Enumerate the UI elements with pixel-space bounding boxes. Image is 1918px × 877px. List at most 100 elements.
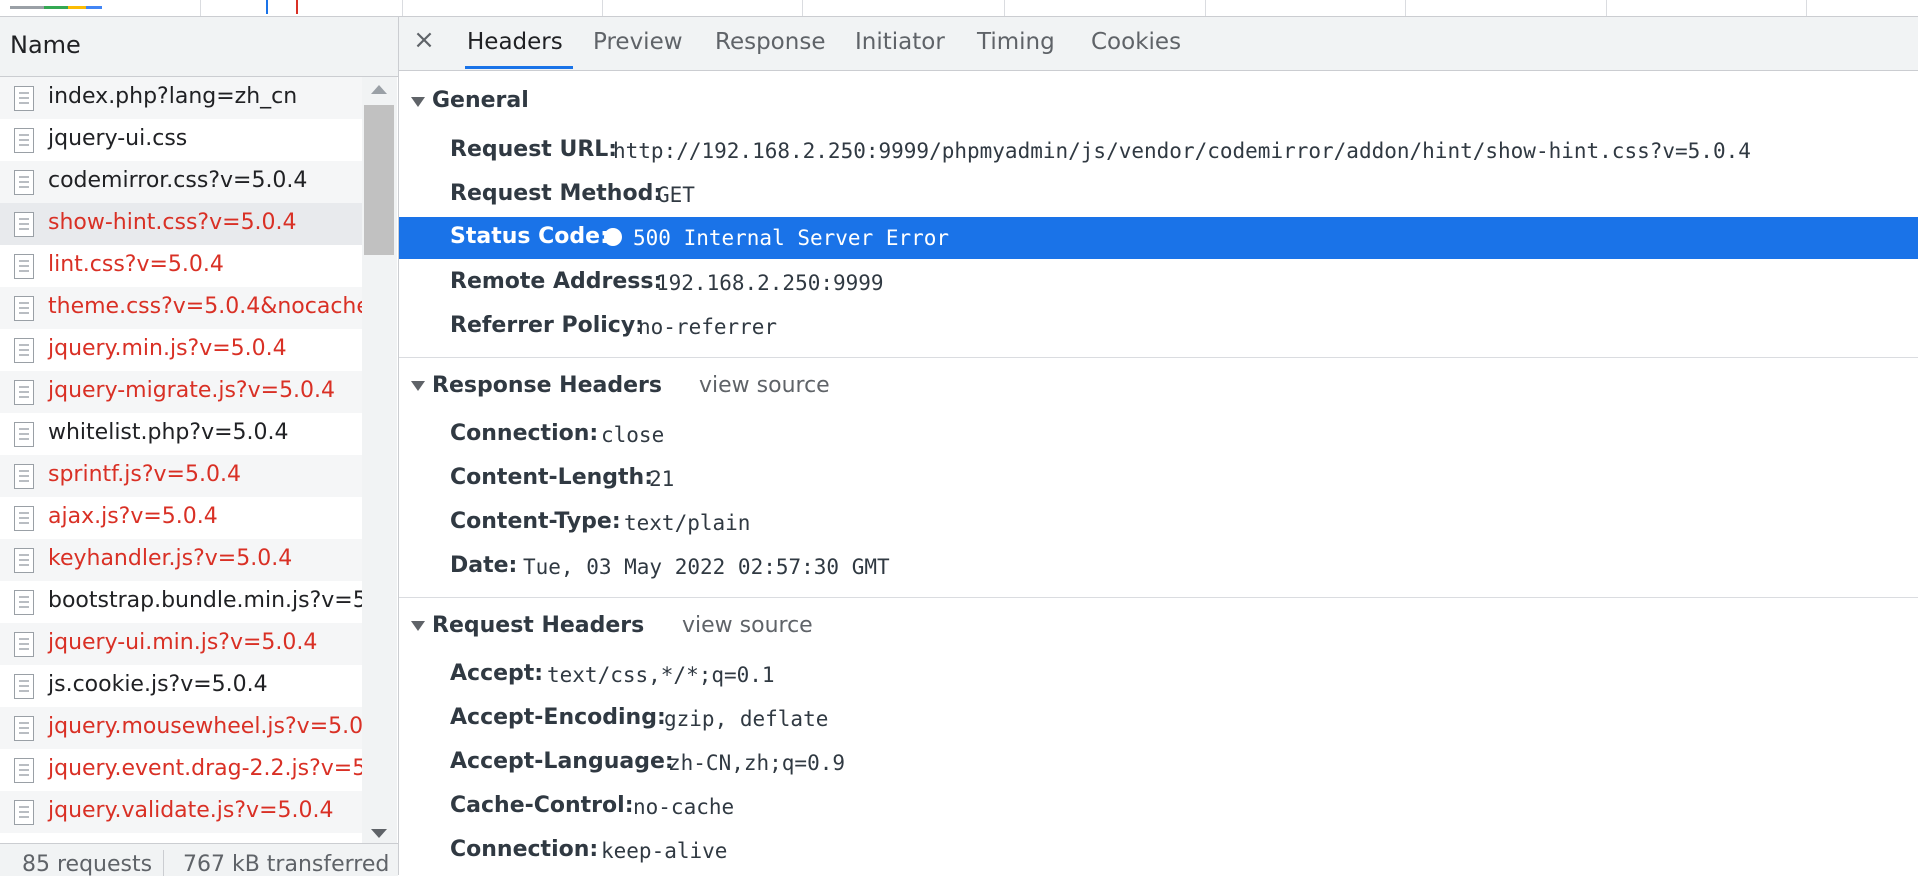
request-row[interactable]: jquery.min.js?v=5.0.4	[0, 329, 362, 371]
header-key: Content-Length:	[450, 465, 653, 490]
accept-encoding-row: Accept-Encoding: gzip, deflate	[399, 698, 1918, 740]
request-row[interactable]: index.php?lang=zh_cn	[0, 77, 362, 119]
collapse-triangle-icon[interactable]	[411, 381, 425, 391]
collapse-triangle-icon[interactable]	[411, 621, 425, 631]
file-icon	[14, 128, 34, 153]
file-icon	[14, 170, 34, 195]
request-row[interactable]: bootstrap.bundle.min.js?v=5.0	[0, 581, 362, 623]
request-details-panel: × Headers Preview Response Initiator Tim…	[399, 17, 1918, 875]
section-divider	[399, 357, 1918, 358]
overview-gridline	[200, 0, 201, 16]
general-section-title[interactable]: General	[432, 88, 529, 113]
request-name: jquery-migrate.js?v=5.0.4	[48, 378, 336, 403]
file-icon	[14, 296, 34, 321]
request-name: bootstrap.bundle.min.js?v=5.0	[48, 588, 362, 613]
request-name: whitelist.php?v=5.0.4	[48, 420, 289, 445]
header-key: Accept-Language:	[450, 749, 674, 774]
request-row-selected[interactable]: show-hint.css?v=5.0.4	[0, 203, 362, 245]
header-value: close	[601, 423, 665, 447]
name-column-header[interactable]: Name	[0, 17, 398, 77]
content-length-row: Content-Length: 21	[399, 458, 1918, 500]
tab-initiator[interactable]: Initiator	[855, 29, 945, 55]
file-icon	[14, 506, 34, 531]
header-value: 21	[649, 467, 675, 491]
request-name: lint.css?v=5.0.4	[48, 252, 224, 277]
dom-content-loaded-marker	[266, 0, 268, 14]
remote-address-row: Remote Address: 192.168.2.250:9999	[399, 262, 1918, 304]
tab-cookies[interactable]: Cookies	[1091, 29, 1181, 55]
request-row[interactable]: jquery-ui.min.js?v=5.0.4	[0, 623, 362, 665]
request-view-source-link[interactable]: view source	[682, 613, 813, 638]
header-key: Date:	[450, 553, 518, 578]
request-row[interactable]: jquery-ui.css	[0, 119, 362, 161]
collapse-triangle-icon[interactable]	[411, 97, 425, 107]
date-row: Date: Tue, 03 May 2022 02:57:30 GMT	[399, 546, 1918, 588]
request-row[interactable]: jquery.event.drag-2.2.js?v=5.0	[0, 749, 362, 791]
request-row[interactable]: lint.css?v=5.0.4	[0, 245, 362, 287]
header-key: Request Method:	[450, 181, 663, 206]
header-value: text/plain	[624, 511, 751, 535]
request-name: sprintf.js?v=5.0.4	[48, 462, 241, 487]
overview-gridline	[1205, 0, 1206, 16]
request-row[interactable]: jquery.mousewheel.js?v=5.0.4	[0, 707, 362, 749]
header-key: Referrer Policy:	[450, 313, 644, 338]
response-headers-section-title[interactable]: Response Headers	[432, 373, 662, 398]
request-method-row: Request Method: GET	[399, 174, 1918, 216]
request-headers-section-title[interactable]: Request Headers	[432, 613, 644, 638]
file-icon	[14, 338, 34, 363]
file-icon	[14, 86, 34, 111]
request-name: index.php?lang=zh_cn	[48, 84, 298, 109]
load-marker	[296, 0, 298, 14]
request-count: 85 requests	[22, 852, 153, 877]
cache-control-row: Cache-Control: no-cache	[399, 786, 1918, 828]
request-row[interactable]: whitelist.php?v=5.0.4	[0, 413, 362, 455]
tab-timing[interactable]: Timing	[977, 29, 1055, 55]
request-row[interactable]: ajax.js?v=5.0.4	[0, 497, 362, 539]
tab-headers[interactable]: Headers	[467, 29, 563, 55]
header-key: Content-Type:	[450, 509, 621, 534]
request-name: keyhandler.js?v=5.0.4	[48, 546, 293, 571]
overview-bar	[68, 6, 86, 9]
request-list: index.php?lang=zh_cn jquery-ui.css codem…	[0, 77, 362, 847]
file-icon	[14, 212, 34, 237]
header-key: Connection:	[450, 421, 599, 446]
request-connection-row: Connection: keep-alive	[399, 830, 1918, 872]
network-overview-strip[interactable]	[0, 0, 1918, 17]
section-divider	[399, 597, 1918, 598]
content-type-row: Content-Type: text/plain	[399, 502, 1918, 544]
header-value: GET	[657, 183, 695, 207]
details-tab-bar: × Headers Preview Response Initiator Tim…	[399, 17, 1918, 71]
scroll-up-arrow-icon[interactable]	[371, 85, 387, 94]
scrollbar-thumb[interactable]	[364, 105, 394, 255]
request-name: jquery-ui.min.js?v=5.0.4	[48, 630, 318, 655]
tab-response[interactable]: Response	[715, 29, 825, 55]
response-view-source-link[interactable]: view source	[699, 373, 830, 398]
request-row[interactable]: js.cookie.js?v=5.0.4	[0, 665, 362, 707]
scroll-down-arrow-icon[interactable]	[371, 829, 387, 838]
status-code-row[interactable]: Status Code: 500 Internal Server Error	[399, 217, 1918, 259]
request-row[interactable]: codemirror.css?v=5.0.4	[0, 161, 362, 203]
header-key: Accept-Encoding:	[450, 705, 666, 730]
file-icon	[14, 548, 34, 573]
request-row[interactable]: jquery.validate.js?v=5.0.4	[0, 791, 362, 833]
header-value: no-cache	[633, 795, 735, 819]
request-list-scrollbar[interactable]	[362, 77, 397, 847]
header-key: Accept:	[450, 661, 544, 686]
request-row[interactable]: sprintf.js?v=5.0.4	[0, 455, 362, 497]
request-name: jquery.validate.js?v=5.0.4	[48, 798, 334, 823]
request-name: jquery.mousewheel.js?v=5.0.4	[48, 714, 362, 739]
file-icon	[14, 716, 34, 741]
file-icon	[14, 254, 34, 279]
request-row[interactable]: jquery-migrate.js?v=5.0.4	[0, 371, 362, 413]
file-icon	[14, 674, 34, 699]
header-key: Remote Address:	[450, 269, 663, 294]
request-row[interactable]: theme.css?v=5.0.4&nocache=	[0, 287, 362, 329]
close-icon[interactable]: ×	[411, 25, 437, 61]
network-summary-bar: 85 requests 767 kB transferred	[0, 843, 398, 877]
request-row[interactable]: keyhandler.js?v=5.0.4	[0, 539, 362, 581]
transferred-size: 767 kB transferred	[183, 852, 390, 877]
overview-bar	[10, 6, 44, 9]
referrer-policy-row: Referrer Policy: no-referrer	[399, 306, 1918, 348]
tab-preview[interactable]: Preview	[593, 29, 683, 55]
header-value: zh-CN,zh;q=0.9	[668, 751, 846, 775]
